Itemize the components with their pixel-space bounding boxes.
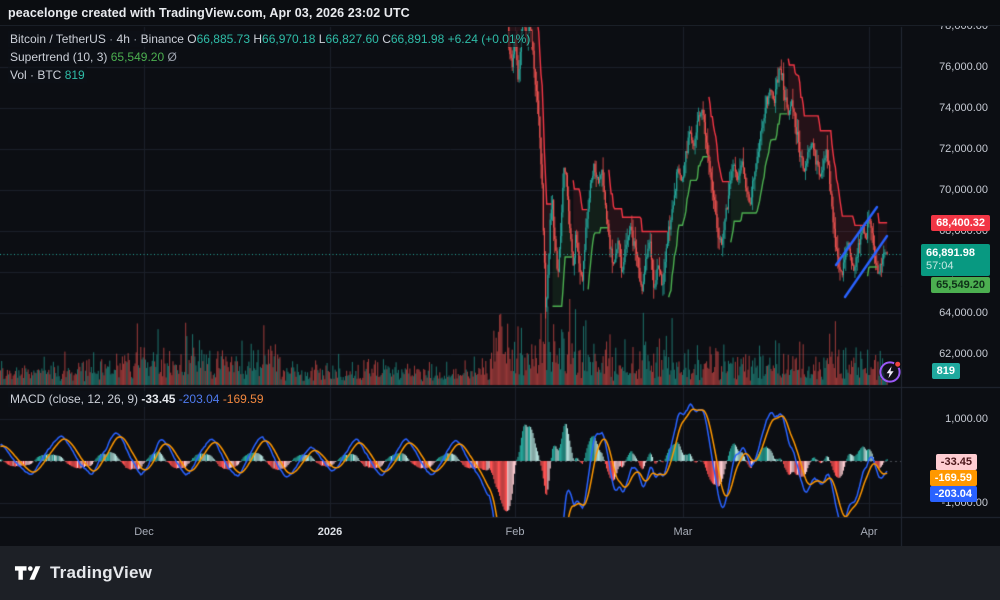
price-axis-tick: 72,000.00 (939, 143, 988, 155)
macd-line-value: -203.04 (179, 392, 220, 406)
macd-legend[interactable]: MACD (close, 12, 26, 9) -33.45 -203.04 -… (8, 391, 266, 409)
time-axis-label: 2026 (318, 522, 342, 542)
macd-signal-label: -169.59 (930, 470, 977, 486)
price-axis-tick: 64,000.00 (939, 307, 988, 319)
bar-countdown: 57:04 (926, 260, 985, 273)
supertrend-name[interactable]: Supertrend (10, 3) (10, 50, 107, 64)
time-axis-label: Apr (860, 522, 877, 542)
chart-legend: Bitcoin / TetherUS · 4h · Binance O66,88… (8, 31, 532, 85)
high-value: 66,970.18 (262, 32, 315, 46)
exchange-label[interactable]: Binance (141, 32, 184, 46)
close-label: C (382, 32, 391, 46)
macd-hist-value: -33.45 (141, 392, 175, 406)
interval-label[interactable]: 4h (117, 32, 130, 46)
separator: · (109, 32, 113, 46)
open-label: O (187, 32, 196, 46)
supertrend-green-price-label: 65,549.20 (931, 277, 990, 293)
supertrend-value: 65,549.20 (111, 50, 164, 64)
symbol-name[interactable]: Bitcoin / TetherUS (10, 32, 106, 46)
volume-indicator-row[interactable]: Vol · BTC 819 (8, 67, 532, 84)
tradingview-logo-icon (14, 564, 41, 582)
watermark-bar: peacelonge created with TradingView.com,… (0, 0, 1000, 26)
volume-value: 819 (65, 68, 85, 82)
supertrend-indicator-row[interactable]: Supertrend (10, 3) 65,549.20 Ø (8, 49, 532, 66)
tradingview-wordmark: TradingView (50, 563, 152, 583)
close-value: 66,891.98 (391, 32, 444, 46)
high-label: H (253, 32, 262, 46)
macd-signal-value: -169.59 (223, 392, 264, 406)
supertrend-red-price-label: 68,400.32 (931, 215, 990, 231)
price-axis-tick: 62,000.00 (939, 348, 988, 360)
macd-axis-tick: 1,000.00 (945, 413, 988, 425)
price-axis-tick: 76,000.00 (939, 61, 988, 73)
watermark-text: peacelonge created with TradingView.com,… (8, 6, 410, 20)
open-value: 66,885.73 (197, 32, 250, 46)
separator: · (133, 32, 137, 46)
tradingview-logo[interactable]: TradingView (14, 563, 152, 583)
tradingview-chart-window: peacelonge created with TradingView.com,… (0, 0, 1000, 600)
symbol-row[interactable]: Bitcoin / TetherUS · 4h · Binance O66,88… (8, 31, 532, 48)
price-axis-tick: 74,000.00 (939, 102, 988, 114)
macd-histogram-label: -33.45 (936, 454, 977, 470)
volume-axis-label: 819 (932, 363, 960, 379)
macd-line-label: -203.04 (930, 486, 977, 502)
last-price-value: 66,891.98 (926, 247, 985, 260)
spark-feature-icon[interactable] (877, 358, 904, 385)
footer-bar: TradingView (0, 546, 1000, 600)
volume-name[interactable]: Vol · BTC (10, 68, 61, 82)
change-value: +6.24 (+0.01%) (448, 32, 531, 46)
notification-dot (895, 361, 901, 367)
supertrend-status-icon[interactable]: Ø (167, 50, 176, 64)
macd-title[interactable]: MACD (close, 12, 26, 9) (10, 392, 138, 406)
time-axis-label: Dec (134, 522, 154, 542)
price-axis-tick: 70,000.00 (939, 184, 988, 196)
last-price-label: 66,891.98 57:04 (921, 244, 990, 276)
low-value: 66,827.60 (325, 32, 378, 46)
time-axis-label: Mar (674, 522, 693, 542)
time-axis-label: Feb (506, 522, 525, 542)
